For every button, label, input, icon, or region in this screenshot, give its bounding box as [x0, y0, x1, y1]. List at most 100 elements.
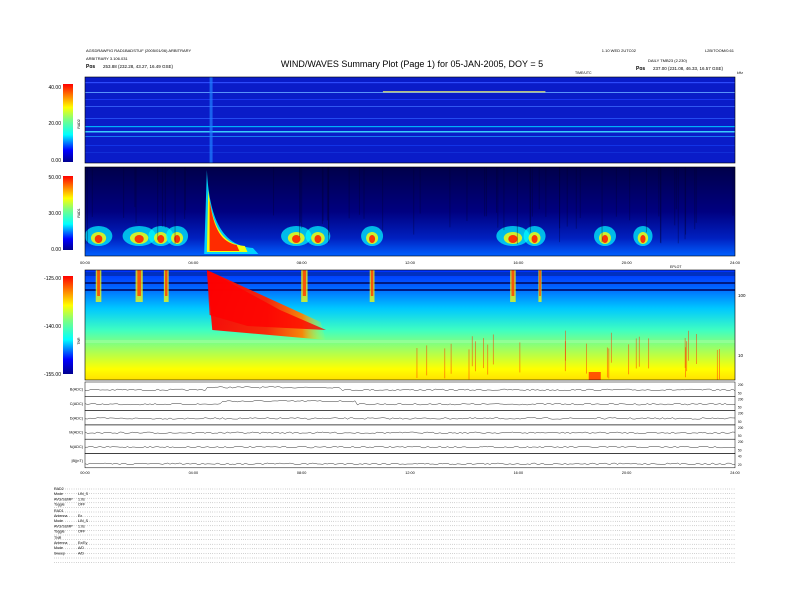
summary-plot-page: AGSDRAWFIG RAD1BADSTUF (2005/01/06) ARBI… — [0, 0, 792, 612]
rad1-noise-43 — [184, 167, 186, 211]
rad1-ylabel: RAD1 — [77, 208, 81, 217]
rad1-noise-14 — [677, 167, 679, 244]
aux-rtick-top-1: 200 — [738, 397, 744, 401]
tnr-stripe-r-6 — [539, 270, 541, 296]
rad2-band-5 — [85, 126, 735, 128]
settings-tnr_block-key-0: TNR — [54, 536, 62, 540]
tnr-spike-27 — [564, 341, 566, 372]
tnr-stripe-r-2 — [165, 270, 168, 296]
rad1-xtick-6: 24:00 — [730, 260, 741, 265]
tnr-spike-23 — [716, 349, 718, 380]
settings-rad2_block-val-3: OFF — [78, 503, 86, 507]
tnr-spike-21 — [635, 338, 637, 369]
rad1-ytick-top: 50.00 — [48, 175, 61, 181]
header-right-line2: DAILY TMB23 (2.230) — [648, 58, 688, 63]
tnr-ylabel: TNR — [77, 337, 81, 345]
tnr-panel: -125.00 -140.00 -155.00 TNR 100 10 — [44, 269, 746, 381]
settings-rad1_block-key-4: Toggle — [54, 530, 65, 534]
settings-tnr_block-val-3: A/D — [78, 551, 84, 555]
settings-rad2_block-key-2: AVG/SUMP — [54, 497, 73, 501]
rad2-burst-streak — [209, 77, 213, 163]
aux-rtick-top-4: 200 — [738, 440, 744, 444]
rad1-noise-28 — [348, 167, 350, 219]
tnr-ytick-bottom: -155.00 — [44, 372, 61, 378]
rad1-noise-29 — [321, 167, 323, 224]
aux-trace-5 — [84, 462, 736, 465]
rad1-blob-core-8 — [531, 235, 538, 243]
aux-label-1: C(ADC) — [70, 402, 84, 406]
rad1-noise-49 — [660, 167, 662, 244]
tnr-spike-22 — [471, 336, 473, 367]
aux-xtick-1: 04:00 — [189, 471, 199, 475]
tnr-spike-3 — [586, 343, 587, 374]
tnr-spike-2 — [468, 349, 470, 380]
aux-xtick-6: 24:00 — [730, 471, 740, 475]
tnr-spike-11 — [688, 330, 689, 361]
tnr-spike-10 — [450, 343, 452, 374]
header-right-line1: 1.10 WED 2UTC02 — [602, 48, 637, 53]
rad1-noise-9 — [529, 167, 531, 226]
settings-tnr_block-key-2: Mode — [54, 546, 63, 550]
header-left-line2: ARBITRARY 3.106.031 — [86, 56, 128, 61]
rad1-xtick-2: 08:00 — [297, 260, 308, 265]
rad1-noise-44 — [732, 167, 734, 216]
aux-trace-1 — [84, 400, 736, 406]
rad1-blob-core-5 — [314, 235, 322, 243]
rad1-noise-41 — [157, 167, 159, 240]
tnr-spike-19 — [519, 342, 521, 373]
rad1-blob-core-6 — [369, 235, 376, 243]
summary-plot: AGSDRAWFIG RAD1BADSTUF (2005/01/06) ARBI… — [44, 48, 746, 563]
rad1-noise-51 — [91, 167, 93, 217]
aux-rtick-top-2: 200 — [738, 412, 744, 416]
rad2-band-2 — [85, 99, 735, 100]
rad2-band-7 — [85, 136, 735, 137]
rad2-spectrogram — [85, 77, 735, 163]
header-right-pos-label: Pos — [636, 66, 645, 72]
tnr-right-tick-10: 10 — [738, 353, 744, 358]
rad1-noise-21 — [123, 167, 125, 218]
rad1-noise-8 — [538, 167, 540, 210]
tnr-ytick-top: -125.00 — [44, 276, 61, 282]
aux-trace-4 — [85, 446, 736, 449]
tnr-spike-20 — [638, 336, 640, 367]
aux-xtick-0: 00:00 — [80, 471, 90, 475]
aux-panel-4 — [84, 438, 736, 454]
rad2-band-4 — [85, 118, 735, 119]
aux-panel-1 — [84, 396, 736, 411]
header-left-line1: AGSDRAWFIG RAD1BADSTUF (2005/01/06) ARBI… — [86, 48, 191, 53]
eplot-label: EPLOT — [670, 265, 682, 269]
rad2-bright-line — [382, 91, 546, 93]
rad2-band-9 — [85, 152, 735, 153]
aux-rtick-top-5: 40 — [738, 455, 742, 459]
rad1-blob-core-10 — [640, 235, 646, 243]
rad2-colorbar — [63, 84, 73, 162]
rad1-noise-31 — [484, 167, 486, 217]
tnr-spike-15 — [487, 344, 489, 375]
tnr-spike-18 — [686, 341, 688, 372]
aux-rtick-bot-2: 50 — [738, 420, 742, 424]
rad1-xtick-3: 12:00 — [405, 260, 416, 265]
aux-rtick-bot-1: 50 — [738, 406, 742, 410]
rad1-noise-18 — [363, 167, 365, 219]
rad1-blob-core-1 — [134, 235, 144, 243]
tnr-right-tick-100: 100 — [738, 293, 746, 298]
tnr-spike-16 — [684, 337, 686, 368]
aux-label-2: D(ADC) — [70, 416, 84, 420]
rad1-noise-6 — [615, 167, 617, 217]
tnr-red-foot — [588, 372, 601, 380]
tnr-spike-4 — [492, 334, 494, 365]
rad1-noise-46 — [382, 167, 384, 231]
rad1-noise-16 — [629, 167, 631, 221]
settings-rad1_block-val-4: OFF — [78, 530, 86, 534]
rad1-noise-1 — [273, 167, 275, 216]
header-left-pos-label: Pos — [86, 64, 95, 70]
tnr-stripe-r-1 — [137, 270, 141, 296]
aux-xtick-3: 12:00 — [405, 471, 415, 475]
rad1-noise-56 — [658, 167, 660, 217]
rad1-noise-4 — [575, 167, 577, 229]
rad2-ylabel: RAD2 — [77, 119, 81, 128]
settings-rad1_block-key-0: RAD1 — [54, 509, 64, 513]
rad2-band-3 — [85, 106, 735, 107]
plot-title: WIND/WAVES Summary Plot (Page 1) for 05-… — [281, 59, 543, 69]
rad1-noise-26 — [516, 167, 518, 244]
